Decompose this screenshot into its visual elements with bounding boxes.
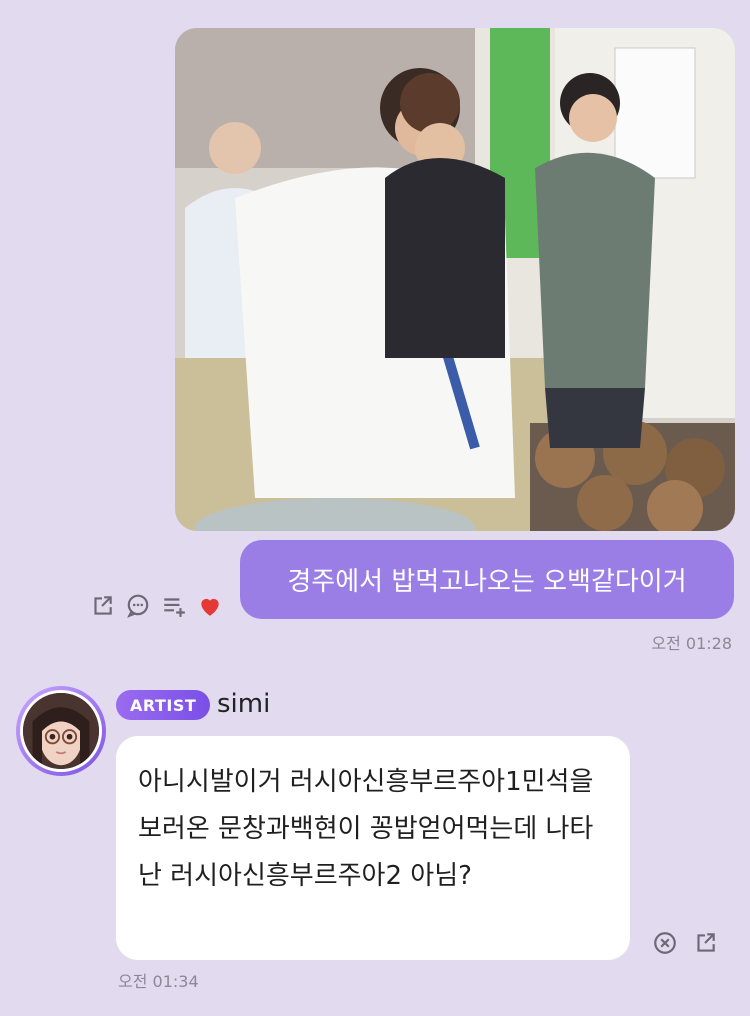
add-to-list-icon[interactable] (161, 593, 187, 619)
share-icon[interactable] (692, 930, 718, 956)
share-icon[interactable] (89, 593, 115, 619)
incoming-message-text: 아니시발이거 러시아신흥부르주아1민석을 보러온 문창과백현이 꽁밥얻어먹는데 … (138, 767, 594, 891)
comment-icon[interactable] (125, 593, 151, 619)
artist-badge: ARTIST (116, 690, 211, 720)
shared-photo[interactable] (175, 28, 735, 531)
outgoing-message-time: 오전 01:28 (651, 634, 732, 653)
outgoing-message-text: 경주에서 밥먹고나오는 오백같다이거 (287, 567, 687, 597)
heart-icon[interactable] (197, 593, 223, 619)
incoming-message-time: 오전 01:34 (118, 972, 199, 991)
incoming-message-bubble[interactable]: 아니시발이거 러시아신흥부르주아1민석을 보러온 문창과백현이 꽁밥얻어먹는데 … (116, 736, 630, 960)
avatar[interactable] (16, 686, 106, 776)
outgoing-message-bubble[interactable]: 경주에서 밥먹고나오는 오백같다이거 (240, 540, 734, 619)
outgoing-message-actions (89, 593, 223, 619)
avatar-image (23, 693, 99, 769)
sender-name[interactable]: simi (217, 689, 270, 719)
incoming-message-actions (652, 930, 718, 956)
photo-image (175, 28, 735, 531)
close-circle-icon[interactable] (652, 930, 678, 956)
